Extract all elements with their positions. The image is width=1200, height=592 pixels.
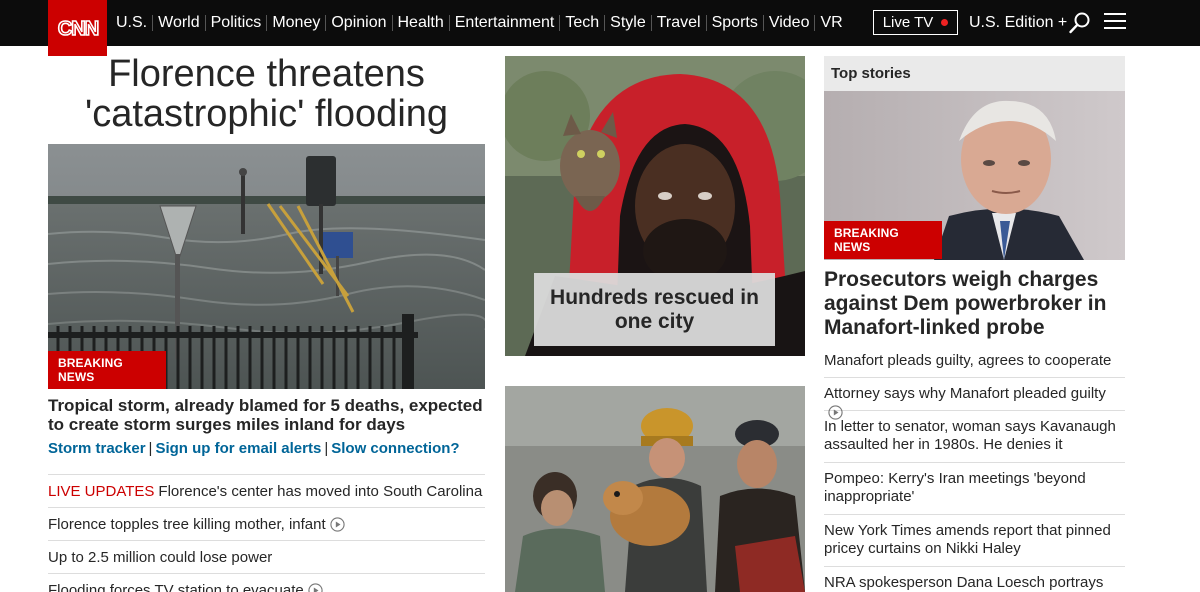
breaking-news-badge: BREAKING NEWS [48, 351, 166, 389]
nav-divider [762, 15, 764, 31]
dog-rescue-photo[interactable] [505, 386, 805, 592]
nav-divider [705, 15, 707, 31]
nav-link-entertainment[interactable]: Entertainment [455, 14, 555, 32]
list-item[interactable]: Pompeo: Kerry's Iran meetings 'beyond in… [824, 463, 1125, 515]
list-item-text: Flooding forces TV station to evacuate [48, 581, 304, 592]
top-stories-header: Top stories [824, 56, 1125, 91]
nav-link-us[interactable]: U.S. [116, 14, 147, 32]
nav-link-travel[interactable]: Travel [657, 14, 701, 32]
list-item-text: Attorney says why Manafort pleaded guilt… [824, 385, 1106, 402]
video-play-icon [308, 582, 323, 592]
nav-divider [325, 15, 327, 31]
list-item-text: Up to 2.5 million could lose power [48, 548, 273, 566]
nav-link-opinion[interactable]: Opinion [331, 14, 386, 32]
dog-rescue-photo-image [505, 386, 805, 592]
list-item[interactable]: LIVE UPDATES Florence's center has moved… [48, 474, 485, 507]
nav-link-video[interactable]: Video [769, 14, 810, 32]
list-item[interactable]: Florence topples tree killing mother, in… [48, 507, 485, 540]
live-updates-label: LIVE UPDATES [48, 482, 155, 500]
search-icon[interactable] [1068, 11, 1092, 35]
live-tv-label: Live TV [882, 14, 934, 31]
lead-headline[interactable]: Florence threatens 'catastrophic' floodi… [48, 54, 485, 134]
nav-divider [152, 15, 154, 31]
list-item[interactable]: Manafort pleads guilty, agrees to cooper… [824, 345, 1125, 378]
nav-link-sports[interactable]: Sports [712, 14, 758, 32]
hamburger-menu-icon[interactable] [1104, 13, 1126, 31]
nav-divider [204, 15, 206, 31]
cnn-logo-icon: CNN [57, 17, 100, 41]
storm-tracker-link[interactable]: Storm tracker [48, 440, 146, 457]
list-item[interactable]: In letter to senator, woman says Kavanau… [824, 411, 1125, 463]
nav-divider [814, 15, 816, 31]
lead-related-list: LIVE UPDATES Florence's center has moved… [48, 474, 485, 592]
nav-divider [650, 15, 652, 31]
list-item-text: New York Times amends report that pinned… [824, 522, 1111, 557]
list-item[interactable]: NRA spokesperson Dana Loesch portrays [824, 567, 1125, 592]
list-item[interactable]: New York Times amends report that pinned… [824, 515, 1125, 567]
list-item-text: Florence topples tree killing mother, in… [48, 515, 326, 533]
breaking-news-badge: BREAKING NEWS [824, 221, 942, 259]
list-item-text: Pompeo: Kerry's Iran meetings 'beyond in… [824, 470, 1086, 505]
nav-divider [266, 15, 268, 31]
lead-story-links: Storm tracker | Sign up for email alerts | S… [48, 440, 460, 457]
list-item-text: In letter to senator, woman says Kavanau… [824, 418, 1116, 453]
list-item-text: Florence's center has moved into South C… [158, 482, 483, 500]
nav-link-politics[interactable]: Politics [211, 14, 262, 32]
nav-divider [448, 15, 450, 31]
nav-link-health[interactable]: Health [398, 14, 444, 32]
cnn-logo[interactable]: CNN [48, 0, 107, 56]
list-item[interactable]: Attorney says why Manafort pleaded guilt… [824, 378, 1125, 420]
svg-text:CNN: CNN [57, 18, 98, 40]
nav-divider [559, 15, 561, 31]
list-item-text: Manafort pleads guilty, agrees to cooper… [824, 352, 1112, 369]
nav-link-vr[interactable]: VR [820, 14, 842, 32]
live-tv-button[interactable]: Live TV [873, 10, 958, 35]
top-stories-list: Manafort pleads guilty, agrees to cooper… [824, 345, 1125, 592]
nav-divider [604, 15, 606, 31]
top-story-title[interactable]: Prosecutors weigh charges against Dem po… [824, 268, 1125, 340]
nav-divider [391, 15, 393, 31]
video-play-icon [330, 516, 345, 532]
section-links: U.S. World Politics Money Opinion Health… [116, 0, 843, 46]
top-nav: CNN U.S. World Politics Money Opinion He… [0, 0, 1200, 56]
list-item-text: NRA spokesperson Dana Loesch portrays [824, 574, 1104, 591]
email-alerts-link[interactable]: Sign up for email alerts [155, 440, 321, 457]
live-dot-icon [941, 19, 949, 26]
nav-link-world[interactable]: World [158, 14, 200, 32]
rescue-caption[interactable]: Hundreds rescued in one city [534, 273, 775, 346]
list-item[interactable]: Flooding forces TV station to evacuate [48, 573, 485, 592]
nav-link-tech[interactable]: Tech [565, 14, 599, 32]
nav-link-style[interactable]: Style [610, 14, 646, 32]
list-item[interactable]: Up to 2.5 million could lose power [48, 540, 485, 573]
lead-story-title[interactable]: Tropical storm, already blamed for 5 dea… [48, 396, 485, 434]
nav-link-money[interactable]: Money [272, 14, 320, 32]
slow-connection-link[interactable]: Slow connection? [331, 440, 459, 457]
edition-selector[interactable]: U.S. Edition + [969, 0, 1067, 46]
